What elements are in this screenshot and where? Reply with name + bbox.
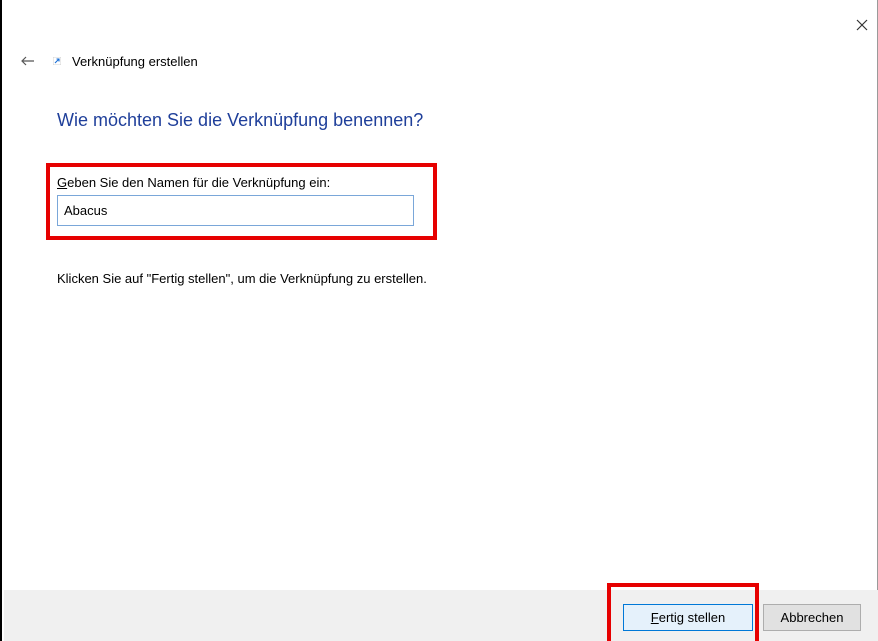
back-arrow-icon bbox=[21, 56, 34, 66]
shortcut-icon bbox=[52, 56, 62, 66]
cancel-button[interactable]: Abbrechen bbox=[763, 604, 861, 631]
shortcut-wizard-window: Verknüpfung erstellen Wie möchten Sie di… bbox=[0, 0, 878, 641]
back-button[interactable] bbox=[20, 53, 36, 69]
close-button[interactable] bbox=[849, 12, 875, 38]
name-field-highlight bbox=[46, 163, 437, 240]
finish-hint: Klicken Sie auf "Fertig stellen", um die… bbox=[57, 271, 427, 286]
close-icon bbox=[856, 19, 868, 31]
page-heading: Wie möchten Sie die Verknüpfung benennen… bbox=[57, 110, 424, 130]
wizard-title: Verknüpfung erstellen bbox=[72, 53, 198, 69]
wizard-header: Verknüpfung erstellen bbox=[20, 52, 198, 70]
finish-button-highlight bbox=[607, 583, 759, 641]
